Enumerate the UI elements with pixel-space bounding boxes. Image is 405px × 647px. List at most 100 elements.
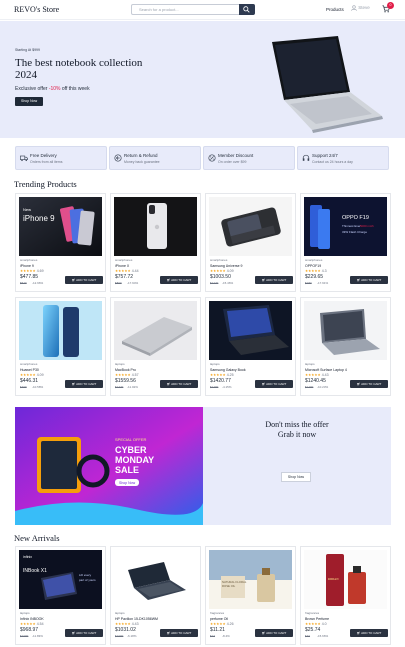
hero-discount: -10% bbox=[48, 86, 61, 92]
svg-text:MONDAY: MONDAY bbox=[115, 455, 154, 465]
product-name[interactable]: Infinix INBOOK bbox=[20, 617, 104, 621]
product-name[interactable]: iPhone X bbox=[115, 264, 199, 268]
product-rating: ★★★★★4.25 bbox=[210, 373, 234, 377]
product-card[interactable]: New iPhone 9 smartphones iPhone 9 ★★★★★4… bbox=[15, 193, 106, 292]
product-discount: -10.23% bbox=[317, 385, 329, 389]
product-name[interactable]: OPPOF19 bbox=[305, 264, 389, 268]
product-old-price: $280 bbox=[305, 281, 312, 285]
add-to-cart-button[interactable]: 🛒︎ ADD TO CART bbox=[160, 629, 198, 637]
svg-text:5000 mAh: 5000 mAh bbox=[360, 224, 374, 228]
product-name[interactable]: Samsung Universe 9 bbox=[210, 264, 294, 268]
product-category: laptops bbox=[115, 611, 125, 615]
product-old-price: $13 bbox=[210, 634, 216, 638]
product-name[interactable]: Microsoft Surface Laptop 4 bbox=[305, 368, 389, 372]
add-to-cart-button[interactable]: 🛒︎ ADD TO CART bbox=[350, 276, 388, 284]
product-image[interactable]: OPPO F19 Thinnest Ever 5000 mAh 33W Flas… bbox=[304, 197, 387, 256]
product-price: $1031.02 bbox=[115, 627, 136, 633]
product-image[interactable] bbox=[304, 301, 387, 360]
product-card[interactable]: smartphones Huawei P30 ★★★★★4.09 $446.31… bbox=[15, 297, 106, 396]
product-price: $1420.77 bbox=[210, 378, 231, 384]
product-card[interactable]: NATURAL FLORAL ROSE OIL fragrances perfu… bbox=[205, 546, 296, 645]
search-button[interactable] bbox=[239, 4, 255, 15]
hero-eyebrow: Starting At $999 bbox=[15, 48, 40, 52]
add-to-cart-button[interactable]: 🛒︎ ADD TO CART bbox=[255, 276, 293, 284]
add-to-cart-button[interactable]: 🛒︎ ADD TO CART bbox=[160, 276, 198, 284]
product-image[interactable] bbox=[114, 550, 197, 609]
search-bar[interactable]: Search for a product... bbox=[131, 4, 255, 15]
promo-title: Don't miss the offer Grab it now bbox=[265, 420, 329, 439]
product-image[interactable] bbox=[19, 301, 102, 360]
svg-text:New: New bbox=[23, 207, 31, 212]
add-to-cart-button[interactable]: 🛒︎ ADD TO CART bbox=[160, 380, 198, 388]
svg-text:part of yours: part of yours bbox=[79, 578, 96, 582]
product-card[interactable]: infinix INBook X1 Lift every part of you… bbox=[15, 546, 106, 645]
product-image[interactable]: NATURAL FLORAL ROSE OIL bbox=[209, 550, 292, 609]
product-discount: -11.83% bbox=[32, 634, 43, 638]
product-old-price: $499 bbox=[20, 385, 27, 389]
svg-text:Thinnest Ever: Thinnest Ever bbox=[342, 224, 361, 228]
product-card[interactable]: laptops Samsung Galaxy Book ★★★★★4.25 $1… bbox=[205, 297, 296, 396]
product-category: fragrances bbox=[305, 611, 320, 615]
product-price: $477.85 bbox=[20, 274, 39, 280]
product-price: $446.31 bbox=[20, 378, 39, 384]
product-name[interactable]: iPhone 9 bbox=[20, 264, 104, 268]
add-to-cart-button[interactable]: 🛒︎ ADD TO CART bbox=[255, 629, 293, 637]
svg-text:OPPO F19: OPPO F19 bbox=[342, 215, 369, 221]
product-card[interactable]: smartphones Samsung Universe 9 ★★★★★4.09… bbox=[205, 193, 296, 292]
top-navbar: REVO's Store Search for a product... Pro… bbox=[0, 0, 405, 20]
search-input[interactable]: Search for a product... bbox=[139, 7, 179, 12]
svg-text:infinix: infinix bbox=[23, 555, 32, 559]
add-to-cart-button[interactable]: 🛒︎ ADD TO CART bbox=[350, 629, 388, 637]
product-card[interactable]: laptops Microsoft Surface Laptop 4 ★★★★★… bbox=[300, 297, 391, 396]
product-name[interactable]: HP Pavilion 15-DK1056WM bbox=[115, 617, 199, 621]
product-price: $968.97 bbox=[20, 627, 39, 633]
product-image[interactable] bbox=[114, 197, 197, 256]
product-discount: -11.02% bbox=[127, 385, 138, 389]
product-rating: ★★★★★4.0 bbox=[305, 622, 327, 626]
product-image[interactable]: New iPhone 9 bbox=[19, 197, 102, 256]
product-old-price: $1499 bbox=[210, 385, 219, 389]
product-card[interactable]: laptops HP Pavilion 15-DK1056WM ★★★★★4.4… bbox=[110, 546, 201, 645]
product-name[interactable]: perfume Oil bbox=[210, 617, 294, 621]
feature-title: Return & Refund bbox=[124, 153, 158, 158]
product-card[interactable]: RIDIAN fragrances Brown Perfume ★★★★★4.0… bbox=[300, 546, 391, 645]
product-image[interactable]: infinix INBook X1 Lift every part of you… bbox=[19, 550, 102, 609]
product-discount: -15.46% bbox=[222, 281, 234, 285]
product-discount: -10.58% bbox=[32, 385, 44, 389]
product-image[interactable]: RIDIAN bbox=[304, 550, 387, 609]
promo-shop-now-button[interactable]: Shop Now bbox=[281, 472, 311, 482]
add-to-cart-button[interactable]: 🛒︎ ADD TO CART bbox=[255, 380, 293, 388]
product-discount: -4.15% bbox=[222, 385, 232, 389]
product-category: fragrances bbox=[210, 611, 225, 615]
product-rating: ★★★★★4.43 bbox=[115, 622, 139, 626]
add-to-cart-button[interactable]: 🛒︎ ADD TO CART bbox=[65, 380, 103, 388]
product-old-price: $549 bbox=[20, 281, 27, 285]
product-name[interactable]: Huawei P30 bbox=[20, 368, 104, 372]
product-card[interactable]: OPPO F19 Thinnest Ever 5000 mAh 33W Flas… bbox=[300, 193, 391, 292]
product-card[interactable]: smartphones iPhone X ★★★★★4.44 $757.72 $… bbox=[110, 193, 201, 292]
product-price: $25.74 bbox=[305, 627, 321, 633]
user-menu[interactable]: Steve bbox=[351, 5, 370, 11]
product-discount: -8.4% bbox=[222, 634, 230, 638]
add-to-cart-button[interactable]: 🛒︎ ADD TO CART bbox=[350, 380, 388, 388]
feature-return-refund: Return & Refund Money back guarantee bbox=[109, 146, 201, 170]
add-to-cart-button[interactable]: 🛒︎ ADD TO CART bbox=[65, 629, 103, 637]
product-discount: -6.18% bbox=[127, 634, 137, 638]
add-to-cart-button[interactable]: 🛒︎ ADD TO CART bbox=[65, 276, 103, 284]
hero-laptop-image bbox=[272, 36, 383, 133]
product-name[interactable]: Samsung Galaxy Book bbox=[210, 368, 294, 372]
product-price: $1240.45 bbox=[305, 378, 326, 384]
product-card[interactable]: laptops MacBook Pro ★★★★★4.57 $1559.56 $… bbox=[110, 297, 201, 396]
nav-products-link[interactable]: Products bbox=[326, 7, 344, 12]
svg-text:INBook X1: INBook X1 bbox=[23, 568, 47, 574]
product-image[interactable] bbox=[209, 301, 292, 360]
product-name[interactable]: MacBook Pro bbox=[115, 368, 199, 372]
product-image[interactable] bbox=[209, 197, 292, 256]
store-logo[interactable]: REVO's Store bbox=[14, 5, 59, 14]
feature-subtitle: Orders from all items bbox=[30, 160, 63, 164]
product-name[interactable]: Brown Perfume bbox=[305, 617, 389, 621]
product-category: smartphones bbox=[305, 258, 323, 262]
hero-shop-now-button[interactable]: Shop Now bbox=[15, 97, 44, 106]
feature-subtitle: Contact us 24 hours a day bbox=[312, 160, 353, 164]
product-image[interactable] bbox=[114, 301, 197, 360]
